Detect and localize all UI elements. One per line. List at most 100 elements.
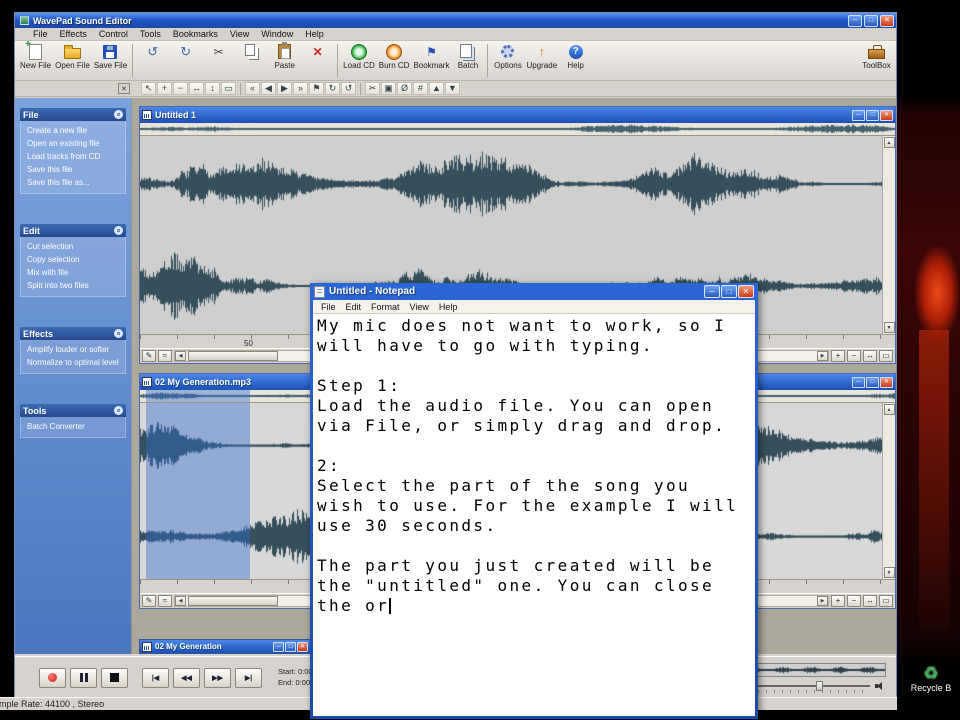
doc1-titlebar[interactable]: Untitled 1 [140, 107, 895, 123]
fast-forward-button[interactable]: ▶▶ [204, 667, 231, 688]
scroll-down-icon[interactable] [883, 322, 895, 333]
stop-button[interactable] [101, 667, 128, 688]
sidebar-link-save-file[interactable]: Save this file [27, 163, 123, 176]
notepad-maximize-button[interactable] [721, 285, 737, 298]
menu-file[interactable]: File [27, 29, 54, 39]
notepad-menu-view[interactable]: View [405, 302, 434, 312]
scroll-up-icon[interactable] [883, 137, 895, 148]
zoom-in-icon[interactable] [831, 350, 845, 362]
marker-flag-icon[interactable]: ⚑ [309, 82, 324, 95]
minimize-button[interactable] [848, 14, 862, 27]
notepad-text-area[interactable]: My mic does not want to work, so I will … [313, 314, 755, 716]
sidebar-header-tools[interactable]: Tools [20, 404, 126, 417]
edit-pencil-icon[interactable] [142, 350, 156, 362]
go-to-end-button[interactable]: ▶| [235, 667, 262, 688]
sidebar-header-file[interactable]: File [20, 108, 126, 121]
sidebar-link-create-new-file[interactable]: Create a new file [27, 124, 123, 137]
sidebar-link-normalize[interactable]: Normalize to optimal level [27, 356, 123, 369]
sidebar-link-split-two-files[interactable]: Split into two files [27, 279, 123, 292]
minimized-close-button[interactable] [297, 641, 308, 652]
doc1-maximize-button[interactable] [866, 109, 879, 121]
upgrade-button[interactable]: Upgrade [524, 42, 559, 70]
zoom-selection-icon[interactable] [879, 350, 893, 362]
play-cursor-icon[interactable]: ▶ [277, 82, 292, 95]
redo-button[interactable] [169, 42, 202, 61]
copy-button[interactable] [235, 42, 268, 61]
notepad-minimize-button[interactable] [704, 285, 720, 298]
notepad-menu-help[interactable]: Help [434, 302, 463, 312]
batch-button[interactable]: Batch [451, 42, 484, 70]
step-back-icon[interactable]: ◀ [261, 82, 276, 95]
menu-help[interactable]: Help [299, 29, 330, 39]
maximize-button[interactable] [864, 14, 878, 27]
scrollbar-thumb[interactable] [188, 596, 278, 606]
menu-effects[interactable]: Effects [54, 29, 93, 39]
doc1-vertical-scrollbar[interactable] [882, 136, 895, 334]
notepad-menu-format[interactable]: Format [366, 302, 405, 312]
paste-button[interactable]: Paste [268, 42, 301, 70]
help-button[interactable]: Help [559, 42, 592, 70]
scroll-right-icon[interactable] [817, 596, 828, 606]
zoom-out-icon[interactable] [847, 595, 861, 607]
undo-button[interactable] [136, 42, 169, 61]
scroll-left-icon[interactable] [175, 351, 186, 361]
record-button[interactable] [39, 667, 66, 688]
sidebar-link-amplify[interactable]: Amplify louder or softer [27, 343, 123, 356]
sidebar-link-open-existing-file[interactable]: Open an existing file [27, 137, 123, 150]
doc1-overview-strip[interactable] [140, 123, 895, 136]
options-button[interactable]: Options [491, 42, 524, 70]
close-sidebar-icon[interactable] [118, 83, 130, 94]
zoom-out-icon[interactable]: − [173, 82, 188, 95]
sidebar-link-batch-converter[interactable]: Batch Converter [27, 420, 123, 433]
burn-cd-button[interactable]: Burn CD [377, 42, 412, 70]
loop-icon[interactable]: ↻ [325, 82, 340, 95]
rewind-icon[interactable]: « [245, 82, 260, 95]
zoom-vertical-icon[interactable]: ↕ [205, 82, 220, 95]
rewind-button[interactable]: ◀◀ [173, 667, 200, 688]
scrollbar-thumb[interactable] [188, 351, 278, 361]
sidebar-header-effects[interactable]: Effects [20, 327, 126, 340]
menu-window[interactable]: Window [255, 29, 299, 39]
edit-pencil-icon[interactable] [142, 595, 156, 607]
wave-view-icon[interactable] [158, 350, 172, 362]
doc2-minimize-button[interactable] [852, 376, 865, 388]
minimized-restore-button[interactable] [273, 641, 284, 652]
volume-slider[interactable] [758, 680, 886, 693]
zoom-full-icon[interactable]: ↔ [189, 82, 204, 95]
snap-up-icon[interactable]: ▲ [429, 82, 444, 95]
grid-icon[interactable]: # [413, 82, 428, 95]
zoom-out-icon[interactable] [847, 350, 861, 362]
sidebar-header-edit[interactable]: Edit [20, 224, 126, 237]
forward-icon[interactable]: » [293, 82, 308, 95]
silence-icon[interactable]: Ø [397, 82, 412, 95]
delete-button[interactable] [301, 42, 334, 61]
pointer-icon[interactable]: ↖ [141, 82, 156, 95]
scroll-down-icon[interactable] [883, 567, 895, 578]
minimized-window-02-my-generation[interactable]: 02 My Generation [139, 639, 311, 654]
zoom-in-icon[interactable] [831, 595, 845, 607]
wavepad-titlebar[interactable]: WavePad Sound Editor [15, 13, 896, 28]
scroll-up-icon[interactable] [883, 404, 895, 415]
toolbox-button[interactable]: ToolBox [860, 42, 893, 70]
doc1-close-button[interactable] [880, 109, 893, 121]
scroll-right-icon[interactable] [817, 351, 828, 361]
doc2-maximize-button[interactable] [866, 376, 879, 388]
doc2-close-button[interactable] [880, 376, 893, 388]
open-file-button[interactable]: Open File [53, 42, 92, 70]
minimized-maximize-button[interactable] [285, 641, 296, 652]
sidebar-link-save-file-as[interactable]: Save this file as... [27, 176, 123, 189]
doc2-vertical-scrollbar[interactable] [882, 403, 895, 579]
menu-view[interactable]: View [224, 29, 255, 39]
menu-bookmarks[interactable]: Bookmarks [167, 29, 224, 39]
notepad-menu-file[interactable]: File [316, 302, 341, 312]
sidebar-link-mix-with-file[interactable]: Mix with file [27, 266, 123, 279]
notepad-menu-edit[interactable]: Edit [341, 302, 367, 312]
scrub-icon[interactable]: ↺ [341, 82, 356, 95]
volume-slider-thumb[interactable] [816, 680, 823, 691]
scroll-left-icon[interactable] [175, 596, 186, 606]
crop-icon[interactable]: ▣ [381, 82, 396, 95]
sidebar-link-copy-selection[interactable]: Copy selection [27, 253, 123, 266]
sidebar-link-cut-selection[interactable]: Cut selection [27, 240, 123, 253]
close-button[interactable] [880, 14, 894, 27]
go-to-start-button[interactable]: |◀ [142, 667, 169, 688]
